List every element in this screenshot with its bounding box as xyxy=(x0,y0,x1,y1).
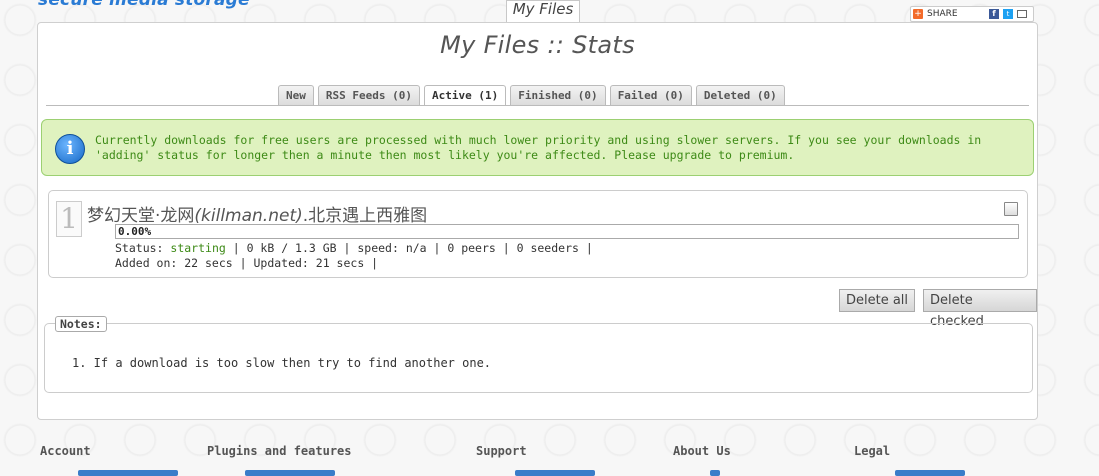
tab-bar: New RSS Feeds (0) Active (1) Finished (0… xyxy=(278,85,785,105)
plus-icon: + xyxy=(913,9,923,19)
footer-link-strip[interactable] xyxy=(245,470,335,476)
footer-link-strip[interactable] xyxy=(515,470,595,476)
download-index: 1 xyxy=(56,201,82,237)
progress-text: 0.00% xyxy=(118,225,152,238)
tab-deleted[interactable]: Deleted (0) xyxy=(695,85,785,105)
download-name: 梦幻天堂·龙网(killman.net).北京遇上西雅图 xyxy=(87,201,427,226)
added-line: Added on: 22 secs | Updated: 21 secs | xyxy=(115,256,379,270)
info-icon: i xyxy=(55,134,85,164)
status-line: Status: starting | 0 kB / 1.3 GB | speed… xyxy=(115,241,593,255)
tab-failed[interactable]: Failed (0) xyxy=(609,85,692,105)
share-label: SHARE xyxy=(927,9,958,19)
footer-account[interactable]: Account xyxy=(40,444,91,458)
tab-my-files-top[interactable]: My Files xyxy=(506,0,580,23)
progress-bar: 0.00% xyxy=(115,224,1019,239)
footer-plugins[interactable]: Plugins and features xyxy=(207,444,352,458)
status-value: starting xyxy=(170,241,226,255)
notice-line-1: Currently downloads for free users are p… xyxy=(95,133,982,147)
delete-all-button[interactable]: Delete all xyxy=(839,289,916,312)
footer-legal[interactable]: Legal xyxy=(854,444,890,458)
notes-box: Notes: 1. If a download is too slow then… xyxy=(44,316,1033,393)
footer-about[interactable]: About Us xyxy=(673,444,731,458)
twitter-icon[interactable]: t xyxy=(1003,9,1013,19)
notice-message: Currently downloads for free users are p… xyxy=(95,133,1015,163)
facebook-icon[interactable]: f xyxy=(989,9,999,19)
page-title: My Files :: Stats xyxy=(440,31,635,59)
notes-legend: Notes: xyxy=(55,316,107,332)
share-button[interactable]: + SHARE f t xyxy=(910,6,1034,22)
download-name-site: (killman.net) xyxy=(194,206,303,226)
footer-link-strip[interactable] xyxy=(710,470,720,476)
brand-tagline: secure media storage xyxy=(38,0,250,10)
download-name-prefix: 梦幻天堂·龙网 xyxy=(87,206,195,226)
main-panel: My Files :: Stats New RSS Feeds (0) Acti… xyxy=(37,22,1038,420)
notice-line-2: 'adding' status for longer then a minute… xyxy=(95,148,795,162)
tab-new[interactable]: New xyxy=(278,85,314,105)
delete-checked-button[interactable]: Delete checked xyxy=(923,289,1037,329)
status-details: | 0 kB / 1.3 GB | speed: n/a | 0 peers |… xyxy=(232,241,593,255)
footer-link-strip[interactable] xyxy=(895,470,965,476)
notes-item: 1. If a download is too slow then try to… xyxy=(72,356,492,370)
footer-link-strip[interactable] xyxy=(78,470,178,476)
tab-finished[interactable]: Finished (0) xyxy=(510,85,606,105)
footer-support[interactable]: Support xyxy=(476,444,527,458)
email-icon[interactable] xyxy=(1017,10,1027,18)
status-label: Status: xyxy=(115,241,164,255)
download-item: 1 梦幻天堂·龙网(killman.net).北京遇上西雅图 0.00% Sta… xyxy=(48,190,1028,278)
select-checkbox[interactable] xyxy=(1004,202,1018,216)
download-name-suffix: .北京遇上西雅图 xyxy=(302,206,428,226)
info-notice: i Currently downloads for free users are… xyxy=(41,119,1034,176)
tab-active[interactable]: Active (1) xyxy=(423,85,507,105)
tab-rss-feeds[interactable]: RSS Feeds (0) xyxy=(317,85,420,105)
tab-divider xyxy=(46,105,1029,106)
